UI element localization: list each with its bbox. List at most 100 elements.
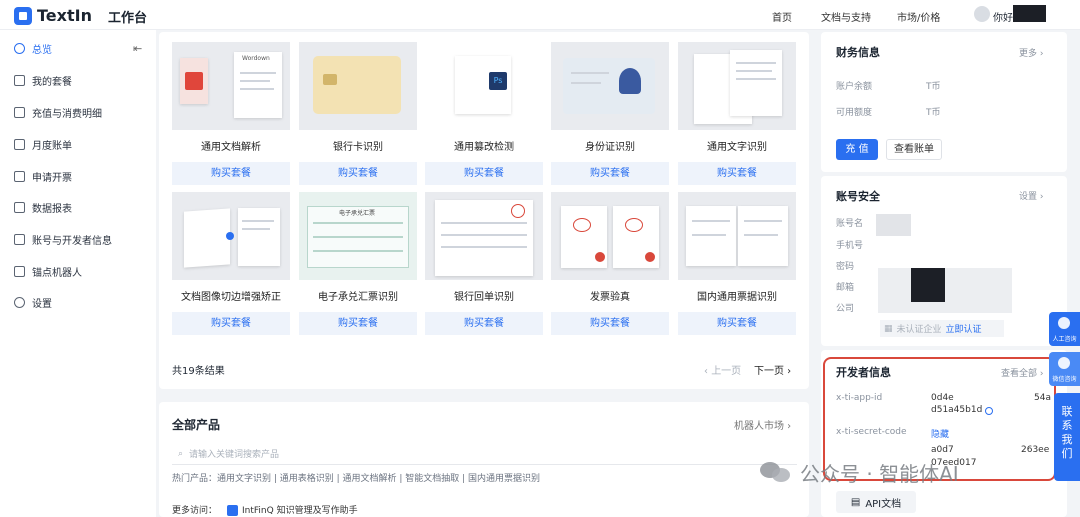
workbench-title: 工作台 (108, 11, 148, 26)
stamp-icon (511, 204, 525, 218)
api-docs-label: API文档 (865, 498, 902, 510)
intfinq-icon (227, 505, 239, 516)
buy-plan-button[interactable]: 购买套餐 (425, 312, 543, 335)
buy-plan-button[interactable]: 购买套餐 (551, 312, 669, 335)
contact-us-button[interactable]: 联系我们 (1054, 393, 1080, 481)
logo-text: TextIn (37, 6, 92, 25)
next-page-button[interactable]: 下一页 › (754, 362, 791, 377)
sidebar-item-label: 充值与消费明细 (32, 109, 102, 120)
sidebar-item-overview[interactable]: 总览 (14, 41, 52, 56)
nav-market[interactable]: 市场/价格 (897, 9, 940, 24)
account-redaction (876, 214, 911, 236)
product-title: 通用文档解析 (201, 142, 261, 153)
buy-plan-button[interactable]: 购买套餐 (299, 162, 417, 185)
quota-unit: T币 (926, 108, 941, 118)
buy-plan-button[interactable]: 购买套餐 (425, 162, 543, 185)
field-email: 邮箱 (836, 283, 855, 293)
product-card[interactable]: 通用文字识别 购买套餐 (678, 42, 796, 185)
product-card[interactable]: 银行卡识别 购买套餐 (299, 42, 417, 185)
buy-plan-button[interactable]: 购买套餐 (678, 312, 796, 335)
prev-page-button[interactable]: ‹ 上一页 (704, 362, 741, 377)
product-card[interactable]: 国内通用票据识别 购买套餐 (678, 192, 796, 335)
wechat-button[interactable]: 微信咨询 (1049, 352, 1080, 386)
sidebar-item-label: 数据报表 (32, 204, 72, 215)
wallet-icon (14, 107, 25, 118)
settings-label: 设置 (1019, 192, 1038, 202)
avatar[interactable] (974, 6, 990, 22)
sidebar-item-label: 设置 (32, 299, 52, 310)
product-card[interactable]: Wordown 通用文档解析 购买套餐 (172, 42, 290, 185)
product-title: 文档图像切边增强矫正 (181, 292, 281, 303)
api-docs-button[interactable]: ▤ API文档 (836, 491, 916, 513)
more-label: 更多 (1019, 49, 1038, 59)
product-thumbnail (172, 192, 290, 280)
intfinq-link[interactable]: IntFinQ 知识管理及写作助手 (242, 506, 358, 516)
security-settings-link[interactable]: 设置 › (1019, 189, 1043, 202)
buy-plan-button[interactable]: 购买套餐 (551, 162, 669, 185)
robot-icon (14, 266, 25, 277)
bill-icon (14, 139, 25, 150)
view-bill-button[interactable]: 查看账单 (886, 139, 942, 160)
more-access-label: 更多访问： (172, 506, 218, 516)
robot-market-label: 机器人市场 (734, 421, 784, 432)
wechat-label: 微信咨询 (1052, 376, 1077, 383)
sidebar-item-robot[interactable]: 锚点机器人 (14, 264, 82, 279)
username-redaction (1013, 5, 1046, 22)
buy-plan-button[interactable]: 购买套餐 (172, 162, 290, 185)
sidebar-item-label: 月度账单 (32, 141, 72, 152)
sidebar-item-monthly-bill[interactable]: 月度账单 (14, 137, 72, 152)
human-service-button[interactable]: 人工咨询 (1049, 312, 1080, 346)
buy-plan-button[interactable]: 购买套餐 (299, 312, 417, 335)
sidebar-item-my-plans[interactable]: 我的套餐 (14, 73, 72, 88)
sidebar-item-reports[interactable]: 数据报表 (14, 200, 72, 215)
sidebar-item-settings[interactable]: 设置 (14, 295, 52, 310)
email-redaction (878, 268, 1012, 313)
prev-page-label: 上一页 (711, 366, 742, 377)
field-company: 公司 (836, 304, 855, 314)
balance-label: 账户余额 (836, 82, 873, 92)
sidebar-item-recharge[interactable]: 充值与消费明细 (14, 105, 102, 120)
product-card[interactable]: 发票验真 购买套餐 (551, 192, 669, 335)
logo[interactable]: TextIn (14, 6, 92, 25)
collapse-sidebar-icon[interactable]: ⇤ (133, 42, 142, 55)
product-title: 电子承兑汇票识别 (318, 292, 398, 303)
nav-home[interactable]: 首页 (772, 9, 792, 24)
chip-icon (323, 74, 337, 85)
product-title: 国内通用票据识别 (697, 292, 777, 303)
building-icon: ▦ (884, 323, 893, 334)
robot-market-link[interactable]: 机器人市场 › (734, 417, 791, 432)
product-title: 银行回单识别 (454, 292, 514, 303)
enterprise-verify: ▦ 未认证企业 立即认证 (880, 320, 1004, 337)
gear-icon (14, 297, 25, 308)
textin-logo-icon (14, 6, 32, 25)
product-thumbnail: 电子承兑汇票 (299, 192, 417, 280)
verified-badge-icon (645, 252, 655, 262)
hot-products[interactable]: 热门产品：通用文字识别 | 通用表格识别 | 通用文档解析 | 智能文档抽取 |… (172, 471, 540, 484)
product-card[interactable]: 银行回单识别 购买套餐 (425, 192, 543, 335)
sidebar-item-invoice[interactable]: 申请开票 (14, 169, 72, 184)
recharge-button[interactable]: 充 值 (836, 139, 878, 160)
sidebar-item-account[interactable]: 账号与开发者信息 (14, 232, 112, 247)
pdf-icon (185, 72, 203, 90)
nav-docs[interactable]: 文档与支持 (821, 9, 871, 24)
dashboard-icon (14, 43, 25, 54)
finance-more-link[interactable]: 更多 › (1019, 46, 1043, 59)
buy-plan-button[interactable]: 购买套餐 (172, 312, 290, 335)
watermark-text: 公众号 · 智能体AI (800, 462, 959, 486)
product-card[interactable]: 身份证识别 购买套餐 (551, 42, 669, 185)
product-title: 通用篡改检测 (454, 142, 514, 153)
product-search-input[interactable]: ⌕ 请输入关键词搜索产品 (172, 443, 797, 465)
product-title: 通用文字识别 (707, 142, 767, 153)
photoshop-icon: Ps (489, 72, 507, 90)
verify-status: 未认证企业 (896, 325, 942, 335)
product-card[interactable]: 电子承兑汇票 电子承兑汇票识别 购买套餐 (299, 192, 417, 335)
verify-now-link[interactable]: 立即认证 (946, 322, 982, 335)
field-phone: 手机号 (836, 241, 864, 251)
thumb-label: 电子承兑汇票 (339, 210, 376, 217)
product-card[interactable]: 文档图像切边增强矫正 购买套餐 (172, 192, 290, 335)
product-card[interactable]: Ps 通用篡改检测 购买套餐 (425, 42, 543, 185)
buy-plan-button[interactable]: 购买套餐 (678, 162, 796, 185)
all-products-title: 全部产品 (172, 418, 221, 432)
product-thumbnail: Wordown (172, 42, 290, 130)
sidebar-item-label: 总览 (32, 45, 52, 56)
